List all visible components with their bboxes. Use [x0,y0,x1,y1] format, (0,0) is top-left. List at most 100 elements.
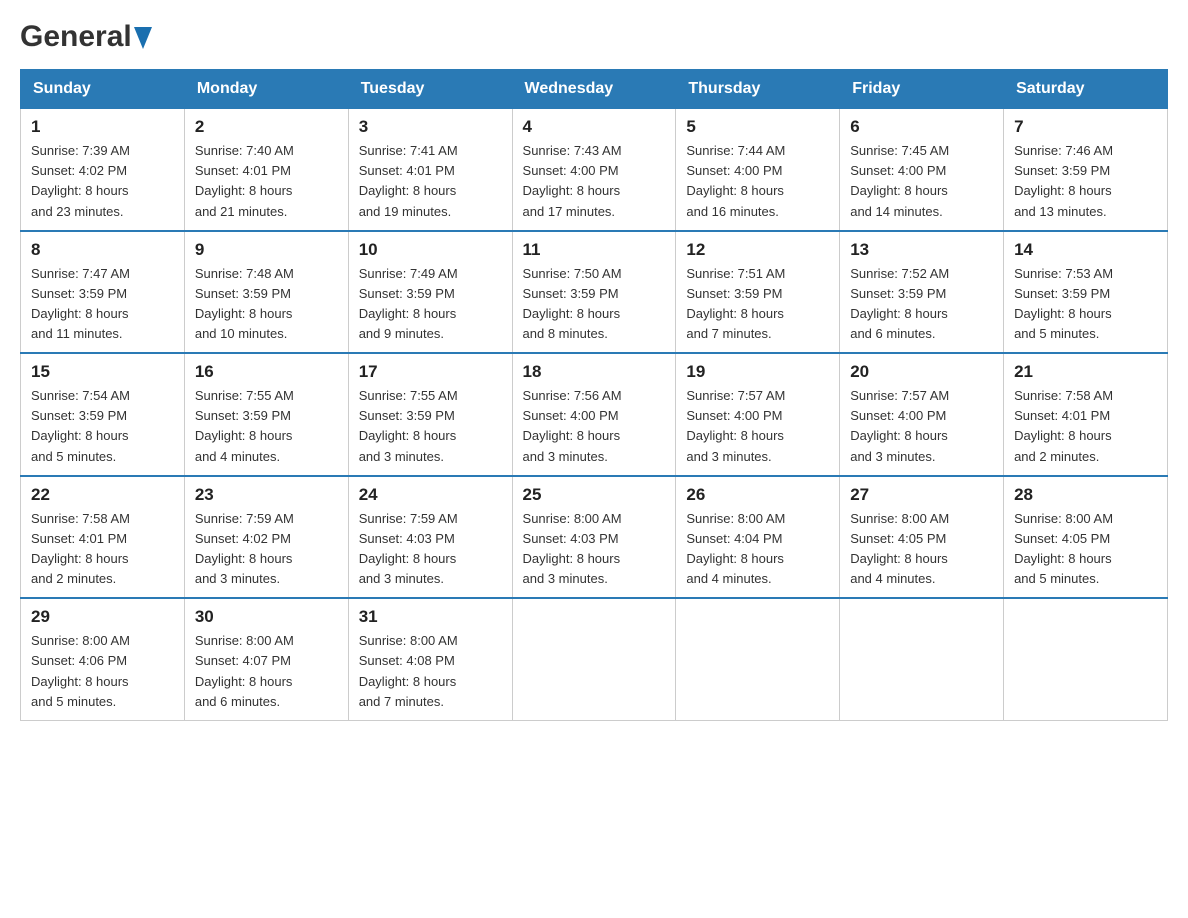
day-info: Sunrise: 8:00 AMSunset: 4:03 PMDaylight:… [523,509,666,590]
calendar-cell [1004,598,1168,720]
calendar-cell: 8Sunrise: 7:47 AMSunset: 3:59 PMDaylight… [21,231,185,354]
col-wednesday: Wednesday [512,70,676,109]
day-info: Sunrise: 7:58 AMSunset: 4:01 PMDaylight:… [1014,386,1157,467]
day-number: 7 [1014,117,1157,137]
day-number: 28 [1014,485,1157,505]
col-friday: Friday [840,70,1004,109]
day-info: Sunrise: 7:45 AMSunset: 4:00 PMDaylight:… [850,141,993,222]
day-info: Sunrise: 8:00 AMSunset: 4:08 PMDaylight:… [359,631,502,712]
calendar-cell: 20 Sunrise: 7:57 AMSunset: 4:00 PMDayligh… [840,353,1004,476]
day-number: 22 [31,485,174,505]
day-number: 15 [31,362,174,382]
calendar-cell: 16 Sunrise: 7:55 AMSunset: 3:59 PMDayligh… [184,353,348,476]
calendar-cell: 7 Sunrise: 7:46 AMSunset: 3:59 PMDaylight… [1004,109,1168,231]
calendar-header-row: Sunday Monday Tuesday Wednesday Thursday… [21,70,1168,109]
day-number: 12 [686,240,829,260]
day-info: Sunrise: 7:43 AMSunset: 4:00 PMDaylight:… [523,141,666,222]
col-sunday: Sunday [21,70,185,109]
day-info: Sunrise: 7:55 AMSunset: 3:59 PMDaylight:… [359,386,502,467]
day-number: 24 [359,485,502,505]
col-monday: Monday [184,70,348,109]
day-number: 20 [850,362,993,382]
calendar-week-3: 15 Sunrise: 7:54 AMSunset: 3:59 PMDayligh… [21,353,1168,476]
day-number: 5 [686,117,829,137]
day-info: Sunrise: 7:59 AMSunset: 4:03 PMDaylight:… [359,509,502,590]
logo-general-text: General [20,20,152,55]
day-info: Sunrise: 7:55 AMSunset: 3:59 PMDaylight:… [195,386,338,467]
day-number: 18 [523,362,666,382]
calendar-week-4: 22Sunrise: 7:58 AMSunset: 4:01 PMDayligh… [21,476,1168,599]
calendar-cell: 25 Sunrise: 8:00 AMSunset: 4:03 PMDayligh… [512,476,676,599]
calendar-cell: 14Sunrise: 7:53 AMSunset: 3:59 PMDayligh… [1004,231,1168,354]
calendar-cell: 11 Sunrise: 7:50 AMSunset: 3:59 PMDayligh… [512,231,676,354]
day-number: 19 [686,362,829,382]
day-info: Sunrise: 7:49 AMSunset: 3:59 PMDaylight:… [359,264,502,345]
calendar-cell: 21 Sunrise: 7:58 AMSunset: 4:01 PMDayligh… [1004,353,1168,476]
day-number: 21 [1014,362,1157,382]
day-info: Sunrise: 7:54 AMSunset: 3:59 PMDaylight:… [31,386,174,467]
day-info: Sunrise: 8:00 AMSunset: 4:05 PMDaylight:… [1014,509,1157,590]
day-info: Sunrise: 8:00 AMSunset: 4:05 PMDaylight:… [850,509,993,590]
day-info: Sunrise: 7:39 AMSunset: 4:02 PMDaylight:… [31,141,174,222]
day-info: Sunrise: 7:40 AMSunset: 4:01 PMDaylight:… [195,141,338,222]
day-number: 23 [195,485,338,505]
calendar-cell: 1 Sunrise: 7:39 AMSunset: 4:02 PMDaylight… [21,109,185,231]
calendar-cell: 29 Sunrise: 8:00 AMSunset: 4:06 PMDayligh… [21,598,185,720]
day-info: Sunrise: 7:50 AMSunset: 3:59 PMDaylight:… [523,264,666,345]
day-number: 31 [359,607,502,627]
calendar-cell: 31 Sunrise: 8:00 AMSunset: 4:08 PMDayligh… [348,598,512,720]
calendar-cell [676,598,840,720]
calendar-table: Sunday Monday Tuesday Wednesday Thursday… [20,69,1168,721]
page-header: General [20,20,1168,49]
day-info: Sunrise: 7:59 AMSunset: 4:02 PMDaylight:… [195,509,338,590]
calendar-week-1: 1 Sunrise: 7:39 AMSunset: 4:02 PMDaylight… [21,109,1168,231]
day-info: Sunrise: 8:00 AMSunset: 4:06 PMDaylight:… [31,631,174,712]
calendar-cell: 6Sunrise: 7:45 AMSunset: 4:00 PMDaylight… [840,109,1004,231]
calendar-cell: 24 Sunrise: 7:59 AMSunset: 4:03 PMDayligh… [348,476,512,599]
day-number: 16 [195,362,338,382]
col-saturday: Saturday [1004,70,1168,109]
calendar-cell: 4 Sunrise: 7:43 AMSunset: 4:00 PMDaylight… [512,109,676,231]
day-info: Sunrise: 7:51 AMSunset: 3:59 PMDaylight:… [686,264,829,345]
day-info: Sunrise: 7:47 AMSunset: 3:59 PMDaylight:… [31,264,174,345]
calendar-cell: 13Sunrise: 7:52 AMSunset: 3:59 PMDayligh… [840,231,1004,354]
day-number: 30 [195,607,338,627]
day-info: Sunrise: 7:56 AMSunset: 4:00 PMDaylight:… [523,386,666,467]
calendar-cell: 15 Sunrise: 7:54 AMSunset: 3:59 PMDayligh… [21,353,185,476]
col-tuesday: Tuesday [348,70,512,109]
calendar-cell: 19Sunrise: 7:57 AMSunset: 4:00 PMDayligh… [676,353,840,476]
day-info: Sunrise: 7:53 AMSunset: 3:59 PMDaylight:… [1014,264,1157,345]
calendar-week-5: 29 Sunrise: 8:00 AMSunset: 4:06 PMDayligh… [21,598,1168,720]
day-info: Sunrise: 7:41 AMSunset: 4:01 PMDaylight:… [359,141,502,222]
calendar-cell: 3 Sunrise: 7:41 AMSunset: 4:01 PMDaylight… [348,109,512,231]
calendar-cell [840,598,1004,720]
day-info: Sunrise: 7:46 AMSunset: 3:59 PMDaylight:… [1014,141,1157,222]
calendar-cell: 22Sunrise: 7:58 AMSunset: 4:01 PMDayligh… [21,476,185,599]
logo: General [20,20,152,49]
day-info: Sunrise: 7:57 AMSunset: 4:00 PMDaylight:… [850,386,993,467]
day-number: 4 [523,117,666,137]
day-number: 9 [195,240,338,260]
day-info: Sunrise: 7:48 AMSunset: 3:59 PMDaylight:… [195,264,338,345]
calendar-cell: 18 Sunrise: 7:56 AMSunset: 4:00 PMDayligh… [512,353,676,476]
day-number: 2 [195,117,338,137]
calendar-cell: 10Sunrise: 7:49 AMSunset: 3:59 PMDayligh… [348,231,512,354]
calendar-cell: 26Sunrise: 8:00 AMSunset: 4:04 PMDayligh… [676,476,840,599]
calendar-cell: 28 Sunrise: 8:00 AMSunset: 4:05 PMDayligh… [1004,476,1168,599]
calendar-cell: 23 Sunrise: 7:59 AMSunset: 4:02 PMDayligh… [184,476,348,599]
calendar-cell: 27 Sunrise: 8:00 AMSunset: 4:05 PMDayligh… [840,476,1004,599]
calendar-week-2: 8Sunrise: 7:47 AMSunset: 3:59 PMDaylight… [21,231,1168,354]
day-number: 3 [359,117,502,137]
day-number: 25 [523,485,666,505]
day-number: 11 [523,240,666,260]
calendar-cell [512,598,676,720]
calendar-body: 1 Sunrise: 7:39 AMSunset: 4:02 PMDaylight… [21,109,1168,721]
calendar-cell: 2 Sunrise: 7:40 AMSunset: 4:01 PMDaylight… [184,109,348,231]
day-number: 1 [31,117,174,137]
day-number: 13 [850,240,993,260]
day-number: 17 [359,362,502,382]
day-number: 26 [686,485,829,505]
calendar-cell: 30Sunrise: 8:00 AMSunset: 4:07 PMDayligh… [184,598,348,720]
day-number: 27 [850,485,993,505]
day-number: 29 [31,607,174,627]
